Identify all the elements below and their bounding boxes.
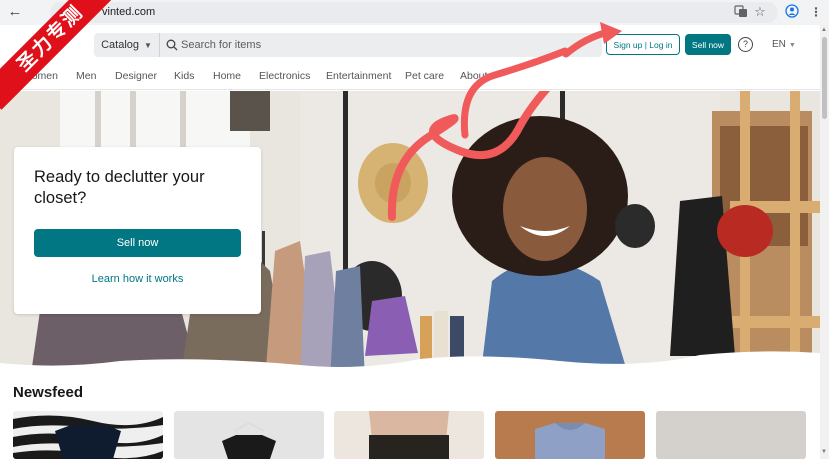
site-header: Catalog ▼ Sign up | Log in Sell now ? EN… <box>0 25 829 65</box>
translate-icon[interactable] <box>733 4 749 20</box>
item-thumbnail-1[interactable] <box>13 411 163 459</box>
scroll-up-icon[interactable]: ▲ <box>821 27 827 33</box>
item-thumbnail-3[interactable] <box>334 411 484 459</box>
language-selector[interactable]: EN ▼ <box>772 39 796 50</box>
catalog-dropdown[interactable]: Catalog ▼ <box>94 33 160 57</box>
newsfeed-title: Newsfeed <box>13 384 84 401</box>
browser-toolbar: ← vinted.com ☆ ⋮ <box>0 0 829 25</box>
language-label: EN <box>772 39 786 50</box>
help-icon[interactable]: ? <box>738 37 753 52</box>
search-input[interactable] <box>181 35 481 55</box>
catalog-label: Catalog <box>101 39 139 51</box>
bookmark-star-icon[interactable]: ☆ <box>752 4 768 20</box>
category-electronics[interactable]: Electronics <box>259 70 310 82</box>
item-photo <box>334 411 484 459</box>
category-designer[interactable]: Designer <box>115 70 157 82</box>
item-photo <box>174 411 324 459</box>
category-entertainment[interactable]: Entertainment <box>326 70 391 82</box>
arrow-stroke-icon <box>460 47 569 139</box>
category-home[interactable]: Home <box>213 70 241 82</box>
category-men[interactable]: Men <box>76 70 96 82</box>
back-arrow-icon[interactable]: ← <box>6 3 24 21</box>
search-icon <box>166 39 178 51</box>
address-bar[interactable]: vinted.com <box>50 2 778 23</box>
url-text: vinted.com <box>102 6 156 18</box>
hero-card: Ready to declutter your closet? Sell now… <box>14 147 261 314</box>
header-sell-now-button[interactable]: Sell now <box>685 34 731 55</box>
item-photo <box>13 411 163 459</box>
scroll-down-icon[interactable]: ▼ <box>821 449 827 455</box>
scroll-thumb[interactable] <box>822 37 827 119</box>
item-thumbnail-4[interactable] <box>495 411 645 459</box>
item-photo <box>495 411 645 459</box>
item-thumbnail-2[interactable] <box>174 411 324 459</box>
caret-down-icon: ▼ <box>788 42 796 49</box>
item-photo <box>656 411 806 459</box>
learn-how-it-works-link[interactable]: Learn how it works <box>34 273 241 285</box>
category-nav: Women Men Designer Kids Home Electronics… <box>0 65 820 90</box>
caret-down-icon: ▼ <box>144 40 152 50</box>
kebab-menu-icon[interactable]: ⋮ <box>808 4 824 20</box>
hero-title: Ready to declutter your closet? <box>34 168 205 207</box>
item-thumbnail-5[interactable] <box>656 411 806 459</box>
page-scrollbar[interactable]: ▲ ▼ <box>820 25 829 459</box>
category-kids[interactable]: Kids <box>174 70 194 82</box>
hero-sell-now-button[interactable]: Sell now <box>34 229 241 257</box>
category-pet-care[interactable]: Pet care <box>405 70 444 82</box>
hero-banner: Ready to declutter your closet? Sell now… <box>0 91 820 371</box>
profile-icon[interactable] <box>784 4 800 20</box>
